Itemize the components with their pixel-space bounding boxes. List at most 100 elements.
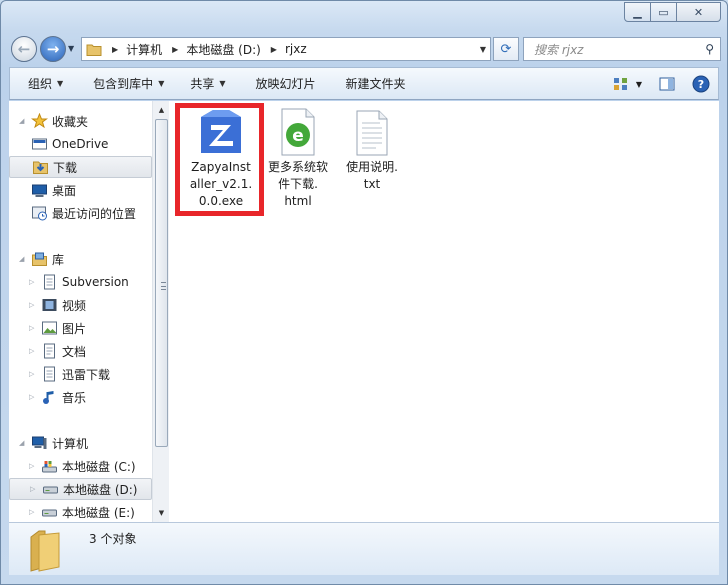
recent-pages-dropdown[interactable]: ▼ — [68, 44, 74, 53]
nav-music[interactable]: ▷ 音乐 — [9, 386, 152, 408]
expand-icon[interactable]: ◢ — [19, 255, 29, 263]
nav-computer[interactable]: ◢ 计算机 — [9, 432, 152, 454]
nav-onedrive[interactable]: OneDrive — [9, 133, 152, 155]
preview-pane-button[interactable] — [656, 73, 678, 95]
search-icon[interactable]: ⚲ — [705, 42, 714, 56]
expand-icon[interactable]: ▷ — [29, 370, 39, 378]
back-button[interactable]: ← — [11, 36, 37, 62]
search-placeholder: 搜索 rjxz — [534, 42, 584, 57]
file-name-line: txt — [363, 177, 381, 191]
nav-documents-label: 文档 — [62, 344, 87, 359]
share-label: 共享 — [190, 77, 215, 91]
minimize-button[interactable]: ▁ — [624, 2, 651, 22]
folder-icon — [86, 44, 102, 56]
nav-desktop[interactable]: 桌面 — [9, 179, 152, 201]
expand-icon[interactable]: ▷ — [29, 462, 39, 470]
caret-down-icon: ▼ — [158, 79, 165, 88]
window-controls: ▁ ▭ ✕ — [624, 2, 721, 22]
svg-text:?: ? — [698, 78, 704, 91]
expand-icon[interactable]: ◢ — [19, 439, 29, 447]
nav-recent-places[interactable]: 最近访问的位置 — [9, 202, 152, 224]
file-item-txt[interactable]: 使用说明. txt — [332, 107, 412, 193]
nav-onedrive-label: OneDrive — [52, 137, 109, 151]
nav-drive-d[interactable]: ▷ 本地磁盘 (D:) — [9, 478, 152, 500]
breadcrumb-rjxz[interactable]: rjxz — [285, 42, 307, 56]
file-item-html[interactable]: e 更多系统软 件下载. html — [258, 107, 338, 210]
view-dropdown-icon[interactable]: ▼ — [636, 80, 642, 89]
nav-downloads-label: 下载 — [53, 160, 78, 175]
organize-button[interactable]: 组织 ▼ — [10, 68, 74, 99]
minimize-icon: ▁ — [633, 5, 642, 19]
refresh-button[interactable]: ⟳ — [493, 37, 519, 61]
nav-drive-c[interactable]: ▷ 本地磁盘 (C:) — [9, 455, 152, 477]
change-view-button[interactable] — [610, 73, 632, 95]
scroll-up-icon[interactable]: ▲ — [155, 103, 168, 117]
forward-button[interactable]: → — [40, 36, 66, 62]
nav-drive-e-label: 本地磁盘 (E:) — [62, 505, 135, 520]
file-name-line: 使用说明. — [346, 160, 398, 174]
scroll-down-icon[interactable]: ▼ — [155, 506, 168, 520]
nav-documents[interactable]: ▷ 文档 — [9, 340, 152, 362]
search-input[interactable]: 搜索 rjxz ⚲ — [523, 37, 721, 61]
desktop-icon — [32, 184, 47, 197]
arrow-left-icon: ← — [17, 40, 31, 58]
document-icon — [44, 343, 55, 359]
view-controls: ▼ ? — [602, 73, 712, 95]
nav-drive-d-label: 本地磁盘 (D:) — [63, 482, 138, 497]
navigation-pane-scrollbar[interactable]: ▲ ▼ — [152, 101, 169, 522]
file-name-line: aller_v2.1. — [189, 177, 253, 191]
help-icon: ? — [692, 75, 710, 93]
chevron-right-icon[interactable]: ▶ — [112, 45, 118, 54]
new-folder-button[interactable]: 新建文件夹 — [335, 68, 417, 99]
nav-libraries[interactable]: ◢ 库 — [9, 248, 152, 270]
nav-desktop-label: 桌面 — [52, 183, 77, 198]
nav-videos[interactable]: ▷ 视频 — [9, 294, 152, 316]
include-in-library-button[interactable]: 包含到库中 ▼ — [82, 68, 175, 99]
scrollbar-thumb[interactable] — [155, 119, 168, 447]
address-history-dropdown[interactable]: ▼ — [480, 45, 486, 54]
breadcrumb-drive-d[interactable]: 本地磁盘 (D:) — [186, 41, 260, 58]
nav-favorites[interactable]: ◢ 收藏夹 — [9, 110, 152, 132]
drive-icon — [43, 486, 58, 494]
address-bar[interactable]: ▶ 计算机 ▶ 本地磁盘 (D:) ▶ rjxz ▼ — [81, 37, 491, 61]
expand-icon[interactable]: ▷ — [30, 485, 40, 493]
library-icon — [32, 252, 47, 266]
chevron-right-icon[interactable]: ▶ — [172, 45, 178, 54]
refresh-icon: ⟳ — [500, 41, 512, 57]
file-item-zapya[interactable]: ZapyaInst aller_v2.1. 0.0.exe — [181, 107, 261, 210]
navigation-row: ← → ▼ ▶ 计算机 ▶ 本地磁盘 (D:) ▶ rjxz ▼ ⟳ 搜索 rj… — [11, 35, 721, 63]
nav-computer-label: 计算机 — [52, 436, 89, 451]
nav-subversion-label: Subversion — [62, 275, 129, 289]
slideshow-button[interactable]: 放映幻灯片 — [245, 68, 327, 99]
close-icon: ✕ — [693, 5, 704, 19]
expand-icon[interactable]: ▷ — [29, 324, 39, 332]
share-button[interactable]: 共享 ▼ — [179, 68, 236, 99]
file-name-line: 件下载. — [278, 177, 318, 191]
breadcrumb-computer[interactable]: 计算机 — [126, 41, 162, 58]
expand-icon[interactable]: ▷ — [29, 347, 39, 355]
caret-down-icon: ▼ — [57, 79, 64, 88]
svg-text:e: e — [292, 126, 304, 146]
expand-icon[interactable]: ◢ — [19, 117, 29, 125]
html-document-icon: e — [281, 108, 315, 156]
onedrive-icon — [32, 138, 47, 150]
chevron-right-icon[interactable]: ▶ — [271, 45, 277, 54]
expand-icon[interactable]: ▷ — [29, 278, 39, 286]
help-button[interactable]: ? — [690, 73, 712, 95]
nav-thunder-downloads[interactable]: ▷ 迅雷下载 — [9, 363, 152, 385]
nav-favorites-label: 收藏夹 — [52, 114, 89, 129]
nav-pictures[interactable]: ▷ 图片 — [9, 317, 152, 339]
music-icon — [43, 391, 54, 404]
recent-places-icon — [32, 206, 47, 221]
file-name-line: 更多系统软 — [267, 160, 328, 174]
expand-icon[interactable]: ▷ — [29, 508, 39, 516]
maximize-button[interactable]: ▭ — [651, 2, 677, 22]
expand-icon[interactable]: ▷ — [29, 301, 39, 309]
expand-icon[interactable]: ▷ — [29, 393, 39, 401]
nav-subversion[interactable]: ▷ Subversion — [9, 271, 152, 293]
nav-downloads[interactable]: 下载 — [9, 156, 152, 178]
nav-drive-e[interactable]: ▷ 本地磁盘 (E:) — [9, 501, 152, 522]
organize-label: 组织 — [28, 77, 53, 91]
close-button[interactable]: ✕ — [677, 2, 721, 22]
video-icon — [42, 299, 57, 311]
